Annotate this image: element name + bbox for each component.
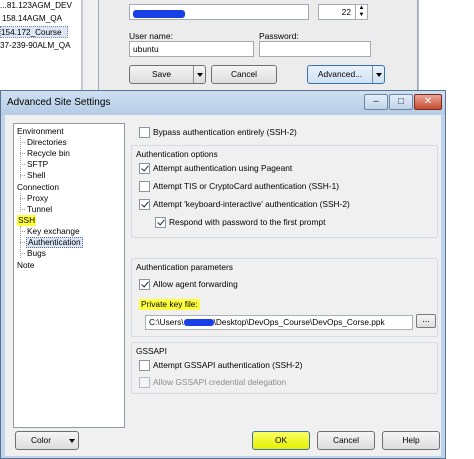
tree-line bbox=[20, 242, 25, 243]
tree-item-shell[interactable]: Shell bbox=[27, 170, 45, 181]
port-value: 22 bbox=[341, 7, 351, 17]
gssapi-auth-label[interactable]: Attempt GSSAPI authentication (SSH-2) bbox=[153, 360, 302, 371]
tree-item-recycle-bin[interactable]: Recycle bin bbox=[27, 148, 70, 159]
dialog-title: Advanced Site Settings bbox=[7, 97, 111, 108]
auth-options-title: Authentication options bbox=[136, 149, 218, 159]
tree-item-environment[interactable]: Environment bbox=[17, 126, 64, 137]
redaction-mark bbox=[133, 10, 185, 19]
respond-password-checkbox[interactable] bbox=[155, 217, 166, 228]
tree-item-proxy[interactable]: Proxy bbox=[27, 193, 48, 204]
close-button[interactable]: ✕ bbox=[414, 94, 442, 110]
save-button[interactable]: Save bbox=[129, 65, 206, 84]
minimize-button[interactable]: – bbox=[364, 94, 388, 110]
gssapi-delegation-checkbox[interactable] bbox=[139, 377, 150, 388]
maximize-button[interactable]: □ bbox=[389, 94, 413, 110]
port-field[interactable]: 22 ▲ ▼ bbox=[318, 4, 368, 20]
tree-line bbox=[20, 164, 25, 165]
advanced-site-settings-dialog: Advanced Site Settings – □ ✕ Environment… bbox=[0, 90, 446, 459]
cancel-button[interactable]: Cancel bbox=[317, 431, 375, 450]
tree-item-key-exchange[interactable]: Key exchange bbox=[27, 226, 80, 237]
tis-label[interactable]: Attempt TIS or CryptoCard authentication… bbox=[153, 181, 339, 192]
gssapi-auth-checkbox[interactable] bbox=[139, 360, 150, 371]
private-key-path-suffix: \Desktop\DevOps_Course\DevOps_Corse.ppk bbox=[213, 317, 385, 327]
chevron-down-icon[interactable] bbox=[193, 66, 205, 83]
gssapi-delegation-label[interactable]: Allow GSSAPI credential delegation bbox=[153, 377, 286, 388]
close-icon: ✕ bbox=[423, 96, 433, 107]
tis-checkbox[interactable] bbox=[139, 181, 150, 192]
bypass-auth-label[interactable]: Bypass authentication entirely (SSH-2) bbox=[153, 127, 297, 138]
auth-params-title: Authentication parameters bbox=[136, 262, 233, 272]
pane-divider bbox=[82, 0, 98, 96]
redaction-mark bbox=[183, 319, 214, 327]
tree-item-ssh[interactable]: SSH bbox=[17, 215, 37, 226]
chevron-down-icon[interactable] bbox=[66, 432, 78, 449]
login-panel: 22 ▲ ▼ User name: Password: ubuntu Save C… bbox=[98, 0, 418, 96]
chevron-down-icon[interactable] bbox=[372, 66, 384, 83]
private-key-field[interactable]: C:\Users\ \Desktop\DevOps_Course\DevOps_C… bbox=[145, 315, 413, 330]
keyboard-interactive-label[interactable]: Attempt 'keyboard-interactive' authentic… bbox=[153, 199, 350, 210]
port-spinner-icon[interactable]: ▲ ▼ bbox=[355, 5, 367, 19]
site-list[interactable]: ...81.123AGM_DEV 158.14AGM_QA 154.172_Co… bbox=[0, 0, 82, 96]
user-name-label: User name: bbox=[129, 31, 173, 41]
tree-line bbox=[20, 153, 25, 154]
keyboard-interactive-checkbox[interactable] bbox=[139, 199, 150, 210]
tree-item-sftp[interactable]: SFTP bbox=[27, 159, 48, 170]
password-label: Password: bbox=[259, 31, 299, 41]
dialog-client-area: Environment Directories Recycle bin SFTP… bbox=[5, 115, 441, 456]
agent-forwarding-checkbox[interactable] bbox=[139, 279, 150, 290]
browse-button[interactable]: ... bbox=[416, 314, 436, 328]
ok-button[interactable]: OK bbox=[252, 431, 310, 450]
tree-line bbox=[20, 253, 25, 254]
tree-item-authentication[interactable]: Authentication bbox=[26, 237, 83, 248]
private-key-path-prefix: C:\Users\ bbox=[149, 317, 184, 327]
maximize-icon: □ bbox=[397, 96, 405, 107]
pageant-checkbox[interactable] bbox=[139, 163, 150, 174]
bypass-auth-checkbox[interactable] bbox=[139, 127, 150, 138]
user-name-field[interactable]: ubuntu bbox=[129, 41, 254, 57]
background-window-edge bbox=[418, 0, 474, 96]
site-list-item-selected[interactable]: 154.172_Course bbox=[0, 26, 68, 38]
tree-line bbox=[20, 142, 25, 143]
password-field[interactable] bbox=[259, 41, 371, 57]
site-list-item[interactable]: 158.14AGM_QA bbox=[2, 13, 62, 25]
tree-item-note[interactable]: Note bbox=[17, 260, 35, 271]
advanced-button-label: Advanced... bbox=[317, 69, 363, 79]
tree-item-tunnel[interactable]: Tunnel bbox=[27, 204, 52, 215]
respond-password-label[interactable]: Respond with password to the first promp… bbox=[169, 217, 325, 228]
site-list-item[interactable]: ...81.123AGM_DEV bbox=[0, 0, 72, 12]
host-name-field[interactable] bbox=[129, 4, 309, 20]
tree-line bbox=[20, 209, 25, 210]
advanced-button[interactable]: Advanced... bbox=[307, 65, 385, 84]
tree-item-directories[interactable]: Directories bbox=[27, 137, 67, 148]
color-button-label: Color bbox=[30, 435, 51, 445]
minimize-icon: – bbox=[373, 96, 379, 107]
tree-line bbox=[20, 175, 25, 176]
tree-line bbox=[20, 231, 25, 232]
cancel-button-bg[interactable]: Cancel bbox=[211, 65, 277, 84]
help-button[interactable]: Help bbox=[382, 431, 440, 450]
settings-tree[interactable]: Environment Directories Recycle bin SFTP… bbox=[13, 123, 125, 428]
tree-item-bugs[interactable]: Bugs bbox=[27, 248, 46, 259]
tree-line bbox=[20, 198, 25, 199]
title-bar[interactable]: Advanced Site Settings – □ ✕ bbox=[1, 91, 445, 115]
agent-forwarding-label[interactable]: Allow agent forwarding bbox=[153, 279, 238, 290]
color-button[interactable]: Color bbox=[15, 431, 79, 450]
gssapi-title: GSSAPI bbox=[136, 346, 167, 356]
tree-item-connection[interactable]: Connection bbox=[17, 182, 59, 193]
save-button-label: Save bbox=[151, 69, 172, 79]
site-list-item[interactable]: 37-239-90ALM_QA bbox=[0, 40, 71, 52]
pageant-label[interactable]: Attempt authentication using Pageant bbox=[153, 163, 292, 174]
private-key-label: Private key file: bbox=[139, 299, 200, 310]
